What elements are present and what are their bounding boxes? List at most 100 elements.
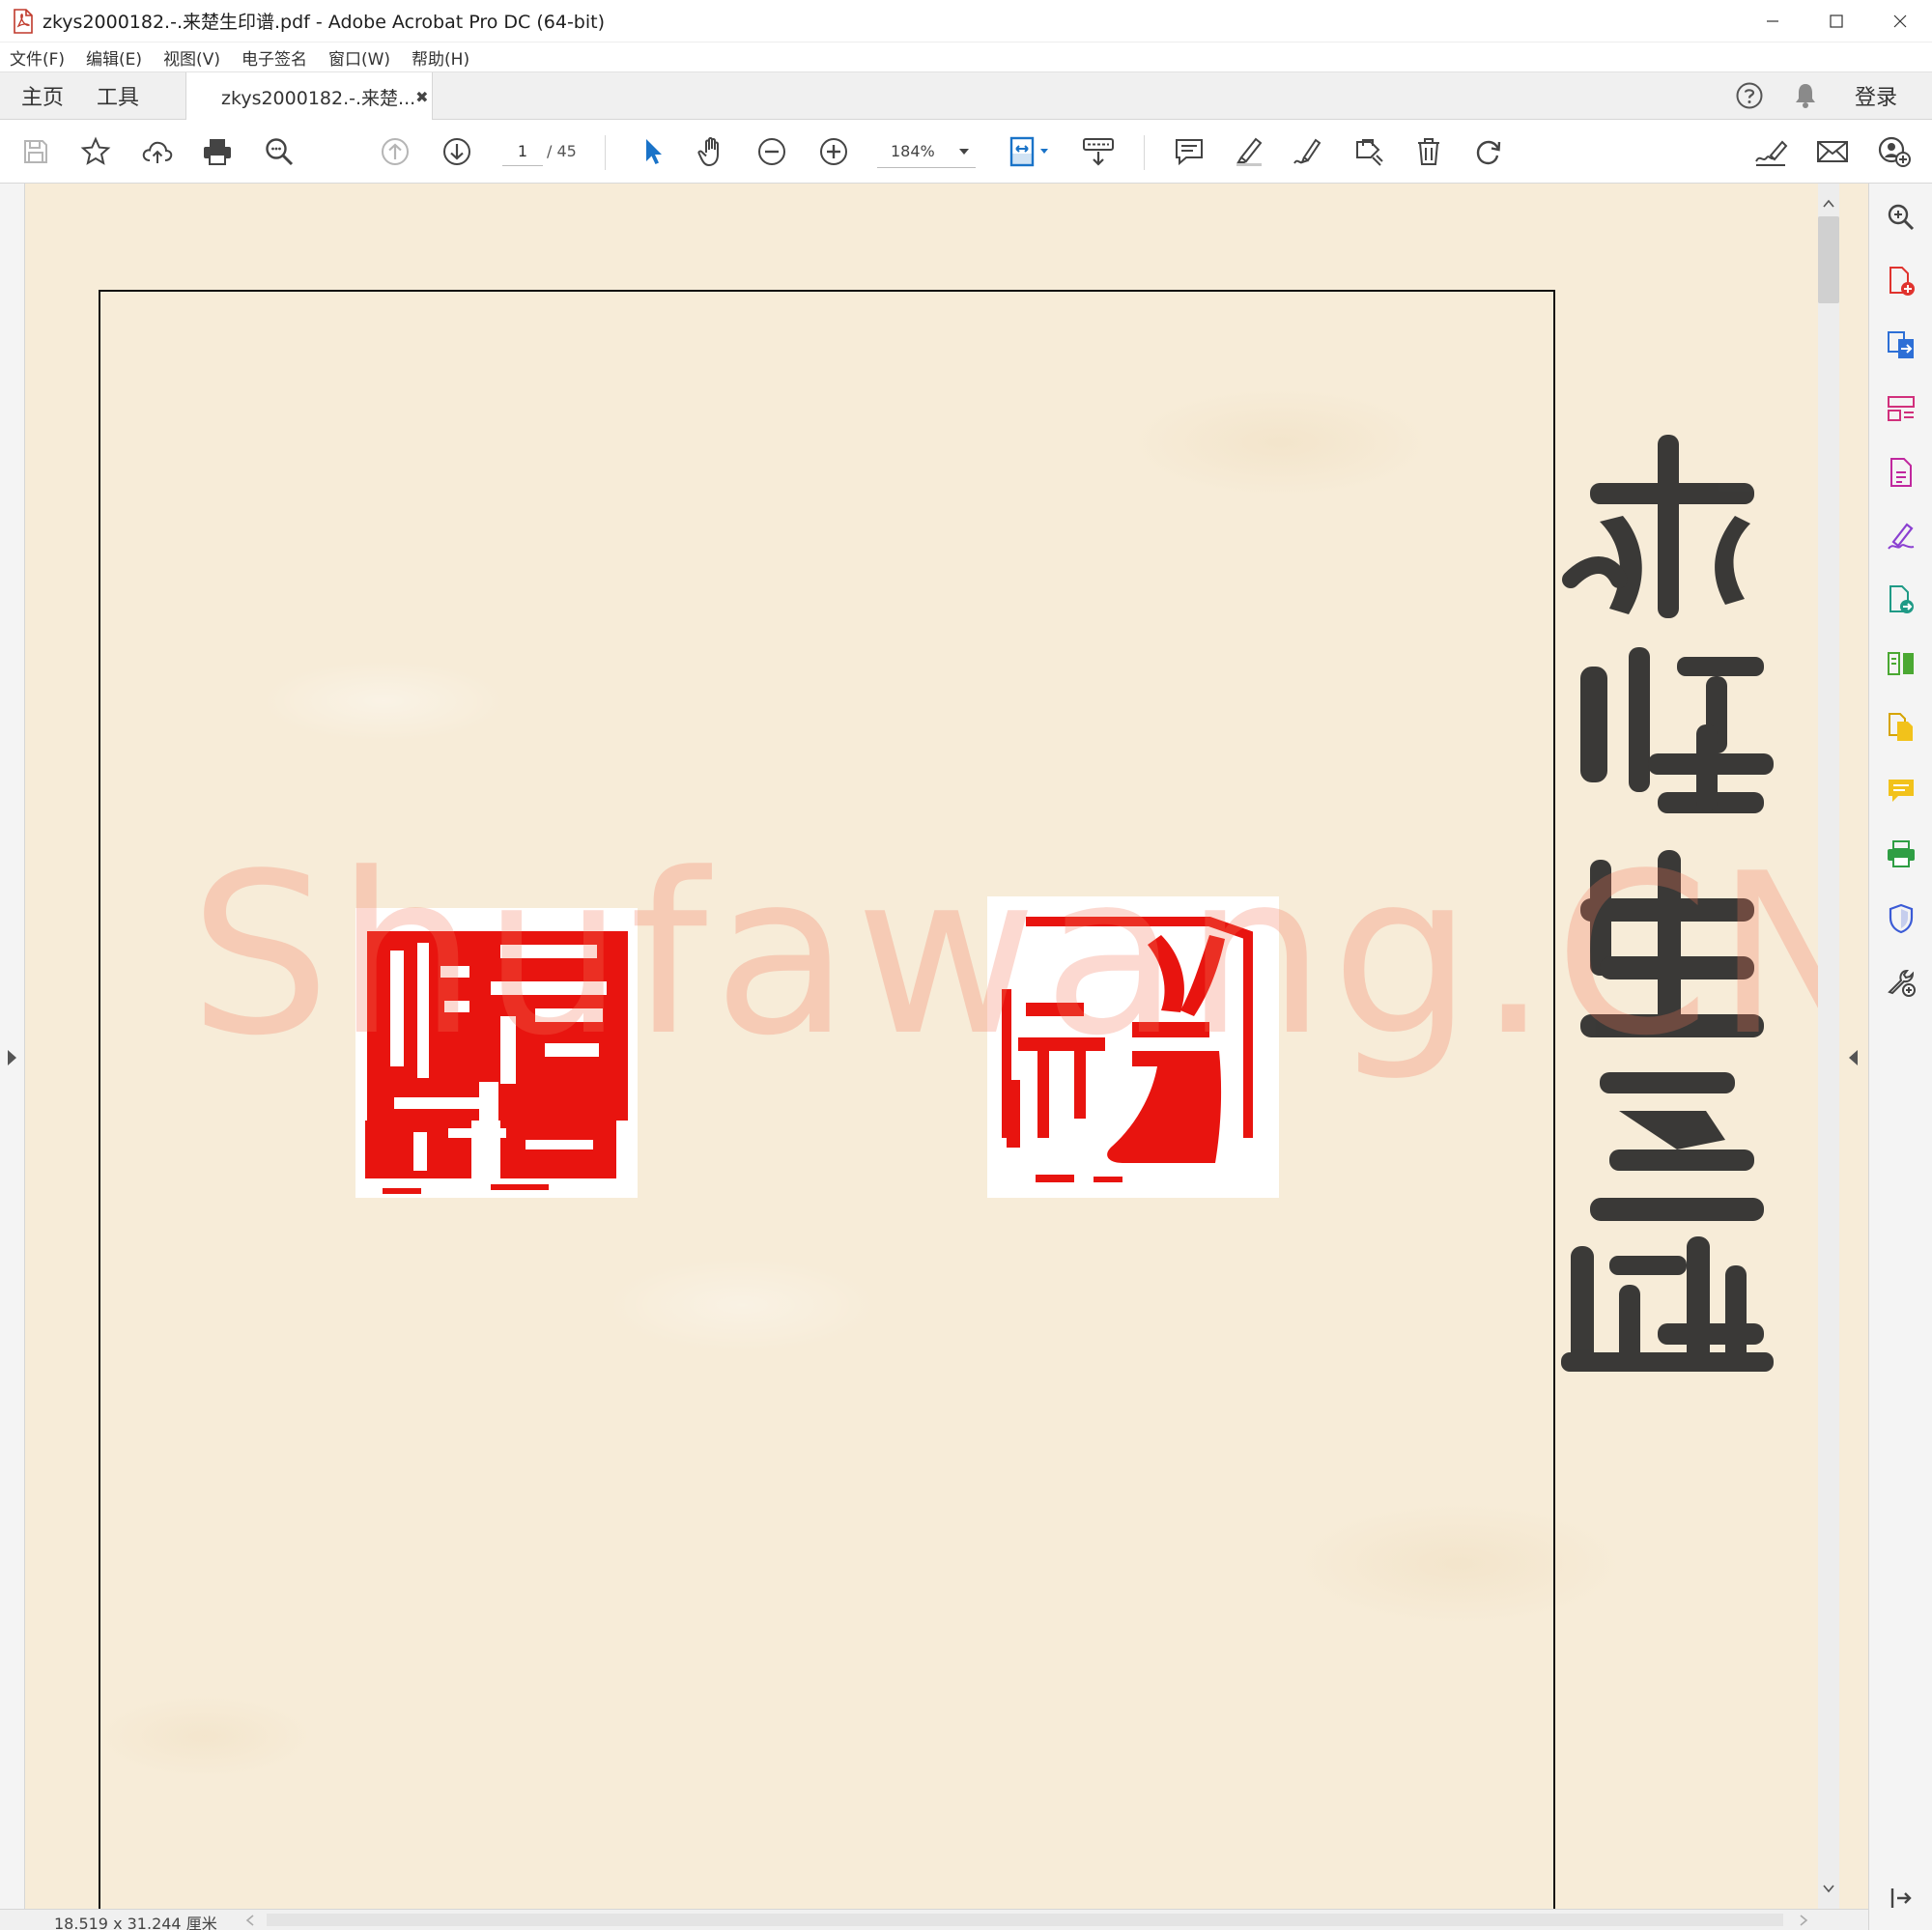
export-pdf-tool[interactable] [1885, 328, 1918, 361]
zoom-level-select[interactable]: 184% [877, 135, 976, 168]
help-button[interactable] [1733, 79, 1766, 112]
minimize-icon [1767, 20, 1778, 22]
status-bar: 18.519 x 31.244 厘米 [0, 1909, 1868, 1930]
fit-page-icon [1009, 136, 1048, 167]
select-tool-button[interactable] [634, 133, 670, 170]
tab-close-icon[interactable]: ✖ [415, 88, 428, 106]
minimize-button[interactable] [1741, 0, 1804, 43]
login-link[interactable]: 登录 [1855, 80, 1897, 111]
hand-tool-button[interactable] [694, 133, 730, 170]
tab-document[interactable]: zkys2000182.-.来楚... ✖ [185, 72, 434, 122]
delete-button[interactable] [1410, 133, 1447, 170]
upload-cloud-button[interactable] [139, 133, 176, 170]
close-window-button[interactable] [1868, 0, 1932, 43]
create-pdf-tool[interactable] [1885, 265, 1918, 298]
menu-window[interactable]: 窗口(W) [328, 45, 390, 70]
combine-files-tool[interactable] [1885, 711, 1918, 744]
bookmark-button[interactable] [77, 133, 114, 170]
vertical-scrollbar[interactable] [1818, 184, 1868, 1909]
sign-pen-icon [1755, 140, 1788, 166]
bell-icon [1795, 84, 1815, 108]
draw-tool-button[interactable] [1291, 133, 1327, 170]
printer-icon [204, 139, 231, 165]
arrow-down-circle-icon [443, 138, 470, 165]
highlighter-icon [1236, 137, 1263, 166]
scroll-right-icon[interactable] [1799, 1915, 1808, 1926]
page-border-frame [99, 290, 1555, 1909]
document-view[interactable]: Shufawang.CN [25, 184, 1818, 1909]
collapse-pane-icon [1890, 1888, 1912, 1908]
stamp-tool-button[interactable] [1350, 133, 1387, 170]
protect-shield-icon [1889, 903, 1914, 934]
close-icon [1893, 14, 1907, 28]
fill-sign-tool[interactable] [1885, 520, 1918, 553]
save-button[interactable] [17, 133, 54, 170]
page-number-input[interactable]: 1 [502, 137, 543, 166]
send-review-tool[interactable] [1885, 583, 1918, 616]
search-icon [266, 138, 294, 166]
comment-pane-icon [1889, 780, 1914, 802]
add-comment-button[interactable] [1171, 133, 1208, 170]
document-tab-label: zkys2000182.-.来楚... [221, 88, 416, 109]
notifications-button[interactable] [1789, 79, 1822, 112]
maximize-button[interactable] [1804, 0, 1868, 43]
more-tools[interactable] [1885, 966, 1918, 999]
zoom-search-tool[interactable] [1885, 201, 1918, 234]
next-page-button[interactable] [439, 133, 475, 170]
star-icon [80, 136, 111, 165]
zoom-in-icon [820, 138, 847, 165]
rotate-button[interactable] [1470, 133, 1507, 170]
email-button[interactable] [1814, 133, 1851, 170]
collapse-tools-pane[interactable] [1885, 1882, 1918, 1915]
horizontal-scrollbar[interactable] [267, 1914, 1783, 1926]
cloud-upload-icon [142, 141, 173, 163]
menu-help[interactable]: 帮助(H) [412, 45, 469, 70]
scroll-up-icon[interactable] [1823, 199, 1834, 209]
find-button[interactable] [261, 133, 298, 170]
menu-e-sign[interactable]: 电子签名 [242, 45, 307, 70]
scroll-down-icon[interactable] [1823, 1884, 1834, 1893]
zoom-level-value: 184% [891, 142, 935, 160]
window-title: zkys2000182.-.来楚生印谱.pdf - Adobe Acrobat … [43, 12, 606, 33]
scroll-mode-button[interactable] [1080, 133, 1117, 170]
sign-button[interactable] [1752, 133, 1789, 170]
navigation-pane-collapsed[interactable] [0, 184, 25, 1909]
chevron-down-icon [959, 148, 969, 155]
edit-pdf-icon [1890, 458, 1912, 487]
menu-view[interactable]: 视图(V) [163, 45, 220, 70]
main-toolbar: 1 / 45 184% [0, 120, 1932, 184]
comment-tool[interactable] [1885, 775, 1918, 808]
scrollbar-thumb[interactable] [1818, 216, 1839, 303]
page-total: / 45 [547, 142, 577, 160]
page-fit-button[interactable] [1005, 133, 1059, 170]
organize-pages-tool[interactable] [1885, 392, 1918, 425]
previous-page-button[interactable] [377, 133, 413, 170]
zoom-in-button[interactable] [815, 133, 852, 170]
stamp-icon [1356, 139, 1383, 166]
share-user-button[interactable] [1876, 133, 1913, 170]
organize-pages-icon [1888, 396, 1915, 421]
export-pdf-icon [1888, 331, 1914, 358]
zoom-out-button[interactable] [753, 133, 790, 170]
save-icon [24, 140, 47, 163]
highlight-button[interactable] [1231, 133, 1267, 170]
page-size-readout: 18.519 x 31.244 厘米 [54, 1915, 217, 1930]
print-production-tool[interactable] [1885, 838, 1918, 871]
tab-home[interactable]: 主页 [0, 72, 77, 119]
protect-tool[interactable] [1885, 902, 1918, 935]
menu-file[interactable]: 文件(F) [10, 45, 65, 70]
help-icon [1736, 82, 1763, 109]
scrollbar-track[interactable] [1818, 184, 1839, 1909]
compare-files-tool[interactable] [1885, 647, 1918, 680]
print-button[interactable] [199, 133, 236, 170]
edit-pdf-tool[interactable] [1885, 456, 1918, 489]
keyboard-scroll-icon [1083, 138, 1114, 166]
tab-tools[interactable]: 工具 [77, 72, 158, 119]
envelope-icon [1817, 141, 1848, 162]
scroll-left-icon[interactable] [245, 1915, 255, 1926]
expand-right-pane-icon[interactable] [1849, 1050, 1858, 1065]
expand-left-pane-icon[interactable] [8, 1050, 16, 1065]
tools-pane [1868, 184, 1932, 1930]
menu-edit[interactable]: 编辑(E) [86, 45, 142, 70]
toolbar-divider [605, 135, 606, 170]
